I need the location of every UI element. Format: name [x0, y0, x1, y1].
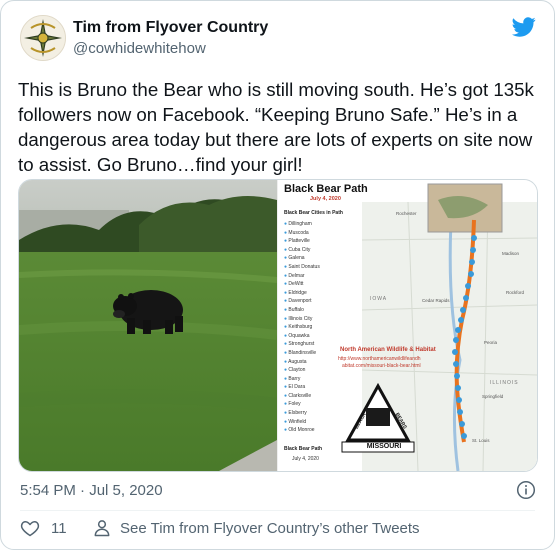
map-city: ● Dillingham	[284, 221, 312, 227]
map-footer-date: July 4, 2020	[292, 456, 319, 462]
map-label: IOWA	[370, 296, 388, 302]
action-bar: 11 See Tim from Flyover Country’s other …	[20, 518, 540, 542]
map-city: ● Augusta	[284, 358, 307, 365]
insignia-icon	[21, 16, 65, 60]
map-label: Springfield	[482, 394, 504, 399]
tweet-card: Tim from Flyover Country @cowhidewhiteho…	[0, 0, 555, 550]
info-icon[interactable]	[516, 480, 536, 500]
map-city: ● Clarksville	[284, 392, 312, 399]
map-city: ● Buffalo	[284, 306, 304, 313]
like-count: 11	[51, 519, 67, 537]
avatar[interactable]	[20, 15, 66, 61]
map-city: ● DeWitt	[284, 281, 304, 288]
map-city: ● Winfield	[284, 418, 307, 425]
map-city: ● Eldridge	[284, 289, 307, 296]
like-button[interactable]: 11	[20, 518, 67, 538]
twitter-bird-icon[interactable]	[512, 15, 536, 39]
map-city-list: ● Dillingham ● Muscoda ● Platteville ● C…	[284, 220, 320, 435]
map-city: ● El Dara	[284, 384, 306, 391]
map-city: ● Elsberry	[284, 410, 307, 417]
map-city: ● Illinois City	[284, 315, 313, 322]
map-city: ● Keithsburg	[284, 324, 313, 331]
map-city: ● Delmar	[284, 272, 305, 279]
org-name: North American Wildlife & Habitat	[340, 347, 436, 353]
map-label: Rochester	[396, 211, 417, 216]
map-city: ● Davenport	[284, 298, 312, 305]
map-city: ● Oquawka	[284, 332, 310, 339]
map-city: ● Muscoda	[284, 229, 309, 236]
bear-path-map-photo[interactable]: Black Bear Path July 4, 2020 Black Bear …	[278, 180, 537, 471]
map-date: July 4, 2020	[310, 196, 341, 202]
map-footer-label: Black Bear Path	[284, 446, 323, 452]
media-grid[interactable]: Black Bear Path July 4, 2020 Black Bear …	[18, 179, 538, 472]
map-cities-header: Black Bear Cities in Path	[284, 210, 343, 216]
map-city: ● Barry	[284, 375, 301, 382]
map-city: ● Galena	[284, 255, 305, 262]
heart-icon	[20, 521, 40, 537]
logo-text: MISSOURI	[366, 443, 402, 450]
map-label: ILLINOIS	[490, 380, 519, 386]
author-name[interactable]: Tim from Flyover Country	[73, 19, 268, 37]
other-tweets-label: See Tim from Flyover Country’s other Twe…	[120, 519, 420, 537]
map-city: ● Blandinsville	[284, 349, 317, 356]
map-city: ● Platteville	[284, 238, 310, 245]
map-label: Madison	[502, 251, 520, 256]
org-url-line-2: abitat.com/missouri-black-bear.html	[342, 363, 421, 369]
person-icon	[94, 520, 110, 537]
map-city: ● Old Monroe	[284, 427, 315, 434]
timestamp[interactable]: 5:54 PM · Jul 5, 2020	[20, 482, 163, 499]
map-city: ● Clayton	[284, 367, 306, 374]
map-city: ● Saint Donatus	[284, 263, 320, 270]
map-label: Peoria	[484, 340, 498, 345]
map-city: ● Stronghurst	[284, 341, 315, 348]
bear-photo[interactable]	[19, 180, 277, 471]
map-city: ● Foley	[284, 401, 301, 408]
map-city: ● Cuba City	[284, 246, 311, 253]
other-tweets-link[interactable]: See Tim from Flyover Country’s other Twe…	[92, 518, 420, 538]
tweet-text: This is Bruno the Bear who is still movi…	[18, 79, 534, 175]
org-url-line-1: http://www.northamericanwildlifeandh	[338, 356, 421, 362]
map-title: Black Bear Path	[284, 183, 368, 195]
author-handle[interactable]: @cowhidewhitehow	[73, 40, 206, 57]
map-label: Cedar Rapids	[422, 298, 450, 303]
map-label: Rockford	[506, 290, 525, 295]
divider	[20, 510, 535, 511]
map-label: St. Louis	[472, 438, 490, 443]
